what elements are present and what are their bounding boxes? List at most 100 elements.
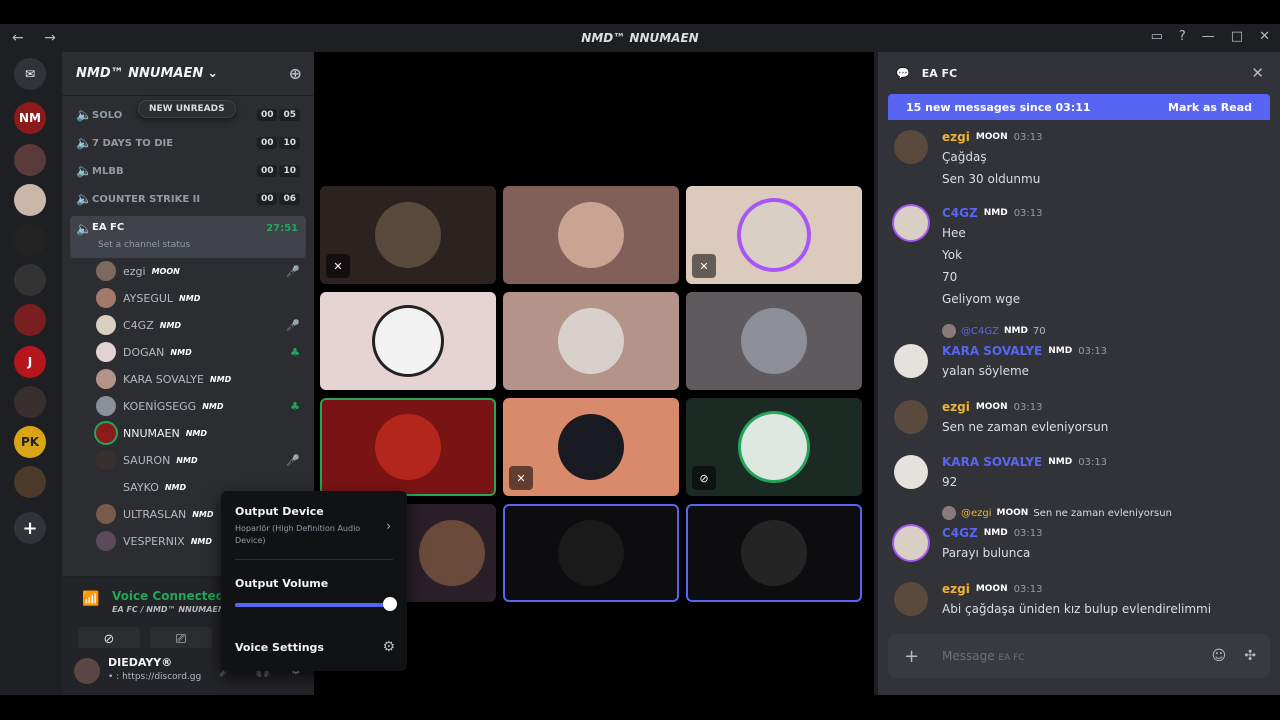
member-tag: NMD — [192, 509, 214, 519]
avatar — [375, 414, 441, 480]
message-time: 03:13 — [1013, 583, 1043, 595]
active-voice-channel[interactable]: 🔈 EA FC 27:51 Set a channel status — [70, 216, 306, 258]
avatar[interactable] — [894, 582, 928, 616]
voice-member[interactable]: C4GZ NMD 🎤 — [96, 312, 306, 338]
video-tile[interactable] — [320, 292, 496, 390]
chevron-right-icon[interactable]: › — [386, 519, 391, 533]
message-text: Sen 30 oldunmu — [942, 172, 1041, 186]
add-attachment-icon[interactable]: + — [904, 646, 919, 667]
avatar[interactable] — [74, 658, 100, 684]
avatar[interactable] — [894, 130, 928, 164]
voice-member[interactable]: NNUMAEN NMD — [96, 420, 306, 446]
server-icon[interactable] — [14, 144, 46, 176]
member-tag: NMD — [185, 428, 207, 438]
message-text: Yok — [942, 248, 963, 262]
video-tile[interactable] — [503, 292, 679, 390]
avatar[interactable] — [894, 344, 928, 378]
add-server-icon[interactable]: + — [14, 512, 46, 544]
help-icon[interactable]: ? — [1179, 29, 1186, 44]
maximize-button[interactable]: □ — [1231, 29, 1243, 44]
message-author[interactable]: C4GZ — [942, 526, 978, 540]
server-icon[interactable] — [14, 386, 46, 418]
apps-icon[interactable]: ✣ — [1244, 648, 1256, 664]
reply-author: @C4GZ — [961, 325, 999, 337]
close-window-button[interactable]: ✕ — [1259, 29, 1270, 44]
channel-badge: 00 — [256, 193, 278, 205]
channel-status[interactable]: Set a channel status — [98, 240, 190, 250]
video-tile[interactable]: ✕ — [503, 398, 679, 496]
channel-badge: 00 — [256, 137, 278, 149]
avatar[interactable] — [894, 400, 928, 434]
avatar — [96, 315, 116, 335]
voice-channel-path[interactable]: EA FC / NMD™ NNUMAEN — [112, 605, 225, 614]
server-folder[interactable] — [14, 466, 46, 498]
video-tile[interactable] — [686, 292, 862, 390]
message-author[interactable]: ezgi — [942, 130, 970, 144]
server-icon[interactable] — [14, 264, 46, 296]
member-tag: NMD — [159, 320, 182, 330]
server-icon[interactable]: J — [14, 346, 46, 378]
voice-channel[interactable]: 🔈 7 DAYS TO DIE 00 10 — [70, 130, 306, 156]
avatar — [558, 202, 624, 268]
server-icon[interactable] — [14, 224, 46, 256]
avatar[interactable] — [894, 206, 928, 240]
avatar[interactable] — [894, 455, 928, 489]
message-author[interactable]: KARA SOVALYE — [942, 455, 1042, 469]
home-icon[interactable]: ✉ — [14, 58, 46, 90]
message-input[interactable]: Message EA FC — [942, 649, 1025, 663]
avatar — [741, 202, 807, 268]
voice-member[interactable]: ezgi MOON 🎤 — [96, 258, 306, 284]
minimize-button[interactable]: — — [1202, 29, 1215, 44]
reply-text: 70 — [1032, 325, 1046, 337]
voice-member[interactable]: AYSEGUL NMD — [96, 285, 306, 311]
voice-settings-label[interactable]: Voice Settings — [235, 641, 324, 654]
volume-slider[interactable] — [235, 603, 389, 607]
member-name: NNUMAEN — [123, 426, 180, 440]
avatar — [558, 308, 624, 374]
close-chat-icon[interactable]: ✕ — [1251, 64, 1264, 82]
server-icon[interactable] — [14, 184, 46, 216]
voice-member[interactable]: KARA SOVALYE NMD — [96, 366, 306, 392]
video-tile[interactable] — [686, 504, 862, 602]
video-tile[interactable]: ✕ — [686, 186, 862, 284]
signal-icon[interactable]: 📶 — [82, 591, 99, 607]
voice-channel[interactable]: 🔈 MLBB 00 10 — [70, 158, 306, 184]
message-author[interactable]: ezgi — [942, 400, 970, 414]
reply-preview[interactable]: @C4GZ NMD 70 — [942, 324, 1046, 338]
avatar — [558, 414, 624, 480]
gear-icon[interactable]: ⚙ — [382, 639, 395, 655]
new-messages-bar[interactable]: 15 new messages since 03:11 Mark as Read — [888, 94, 1270, 120]
reply-preview[interactable]: @ezgi MOON Sen ne zaman evleniyorsun — [942, 506, 1172, 520]
message-author[interactable]: C4GZ — [942, 206, 978, 220]
user-name[interactable]: DIEDAYY® — [108, 656, 172, 669]
video-tile[interactable]: ✕ — [320, 186, 496, 284]
avatar[interactable] — [894, 526, 928, 560]
member-tag: NMD — [202, 401, 224, 411]
mark-as-read-button[interactable]: Mark as Read — [1168, 101, 1252, 114]
server-icon[interactable]: PK — [14, 426, 46, 458]
message-composer[interactable]: + Message EA FC ☺ ✣ — [888, 634, 1270, 678]
server-header[interactable]: NMD™ NNUMAEN ⌄ ⊕ — [62, 52, 314, 96]
server-icon[interactable] — [14, 304, 46, 336]
message-author[interactable]: KARA SOVALYE — [942, 344, 1042, 358]
video-tile[interactable] — [503, 186, 679, 284]
message-author[interactable]: ezgi — [942, 582, 970, 596]
voice-status[interactable]: Voice Connected — [112, 589, 224, 603]
new-unreads-pill[interactable]: NEW UNREADS — [138, 100, 236, 118]
avatar — [96, 450, 116, 470]
video-tile-speaking[interactable] — [320, 398, 496, 496]
inbox-icon[interactable]: ▭ — [1151, 29, 1163, 44]
invite-icon[interactable]: ⊕ — [289, 64, 302, 83]
volume-slider-handle[interactable] — [383, 597, 397, 611]
member-tag: MOON — [151, 266, 180, 276]
video-tile[interactable]: ⊘ — [686, 398, 862, 496]
voice-member[interactable]: SAURON NMD 🎤 — [96, 447, 306, 473]
server-icon[interactable]: NM — [14, 102, 46, 134]
voice-member[interactable]: DOGAN NMD ♣ — [96, 339, 306, 365]
output-device-label[interactable]: Output Device — [235, 505, 324, 518]
emoji-icon[interactable]: ☺ — [1212, 648, 1227, 664]
voice-member[interactable]: KOENİGSEGG NMD ♣ — [96, 393, 306, 419]
voice-channel[interactable]: 🔈 COUNTER STRIKE II 00 06 — [70, 186, 306, 212]
video-tile[interactable] — [503, 504, 679, 602]
member-name: ULTRASLAN — [123, 507, 187, 521]
